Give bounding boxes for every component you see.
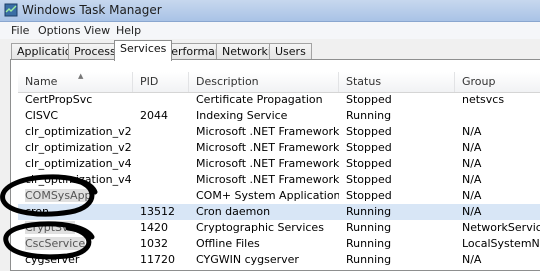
menu-view[interactable]: View (84, 24, 110, 37)
service-description: Certificate Propagation (196, 93, 323, 106)
service-group: N/A (462, 189, 482, 202)
table-row-selected[interactable]: cron 13512 Cron daemon Running N/A (18, 204, 540, 220)
service-group: N/A (462, 125, 482, 138)
service-group: N/A (462, 141, 482, 154)
title-bar: Windows Task Manager (0, 0, 540, 22)
tab-users[interactable]: Users (269, 43, 312, 60)
service-name: CryptSvc (25, 221, 75, 234)
service-name: CscService (25, 237, 86, 250)
service-group: N/A (462, 253, 482, 266)
service-status: Running (346, 253, 392, 266)
column-header-status[interactable]: Status (339, 72, 455, 92)
service-pid: 2044 (140, 109, 168, 122)
service-description: Cron daemon (196, 205, 271, 218)
table-row[interactable]: CryptSvc 1420 Cryptographic Services Run… (18, 220, 540, 236)
service-group: NetworkService (462, 221, 540, 234)
menu-bar: File Options View Help (0, 22, 540, 39)
service-name: cron (25, 205, 50, 218)
service-status: Running (346, 205, 392, 218)
service-status: Running (346, 237, 392, 250)
menu-file[interactable]: File (11, 24, 29, 37)
service-pid: 13512 (140, 205, 175, 218)
service-description: Microsoft .NET Framework NGEN ... (196, 173, 339, 186)
service-pid: 1420 (140, 221, 168, 234)
service-group: N/A (462, 173, 482, 186)
service-description: CYGWIN cygserver (196, 253, 299, 266)
column-header-row: Name PID Description Status Group (18, 72, 540, 93)
menu-options[interactable]: Options (38, 24, 80, 37)
table-row[interactable]: cygserver 11720 CYGWIN cygserver Running… (18, 252, 540, 268)
service-description: Microsoft .NET Framework NGEN ... (196, 125, 339, 138)
services-list: CertPropSvc Certificate Propagation Stop… (18, 92, 540, 268)
table-row[interactable]: clr_optimization_v2.0.5... Microsoft .NE… (18, 140, 540, 156)
service-group: N/A (462, 157, 482, 170)
column-header-name[interactable]: Name (18, 72, 133, 92)
service-group: N/A (462, 205, 482, 218)
service-name: clr_optimization_v4.0.3... (25, 157, 132, 170)
service-group: LocalSystemNetwork (462, 237, 540, 250)
service-description: COM+ System Application (196, 189, 339, 202)
service-status: Stopped (346, 189, 392, 202)
column-header-description[interactable]: Description (189, 72, 339, 92)
service-name: CISVC (25, 109, 59, 122)
service-description: Cryptographic Services (196, 221, 324, 234)
service-name: CertPropSvc (25, 93, 93, 106)
service-description: Offline Files (196, 237, 260, 250)
service-pid: 11720 (140, 253, 175, 266)
sort-ascending-icon: ▲ (78, 72, 84, 80)
menu-help[interactable]: Help (116, 24, 141, 37)
column-header-pid[interactable]: PID (133, 72, 189, 92)
tab-strip: Applications Processes Services Performa… (0, 40, 540, 61)
service-status: Running (346, 109, 392, 122)
table-row[interactable]: CISVC 2044 Indexing Service Running (18, 108, 540, 124)
service-name: COMSysApp (25, 189, 92, 202)
tab-services[interactable]: Services (114, 40, 173, 61)
service-name: clr_optimization_v4.0.3... (25, 173, 132, 186)
table-row[interactable]: clr_optimization_v2.0.5... Microsoft .NE… (18, 124, 540, 140)
service-pid: 1032 (140, 237, 168, 250)
service-status: Stopped (346, 141, 392, 154)
service-name: cygserver (25, 253, 80, 266)
table-row[interactable]: CertPropSvc Certificate Propagation Stop… (18, 92, 540, 108)
table-row[interactable]: clr_optimization_v4.0.3... Microsoft .NE… (18, 172, 540, 188)
service-status: Stopped (346, 93, 392, 106)
service-description: Microsoft .NET Framework NGEN ... (196, 141, 339, 154)
service-description: Microsoft .NET Framework NGEN ... (196, 157, 339, 170)
table-row[interactable]: clr_optimization_v4.0.3... Microsoft .NE… (18, 156, 540, 172)
table-row[interactable]: CscService 1032 Offline Files Running Lo… (18, 236, 540, 252)
service-name: clr_optimization_v2.0.5... (25, 141, 132, 154)
service-status: Stopped (346, 125, 392, 138)
column-header-group[interactable]: Group (455, 72, 540, 92)
service-status: Stopped (346, 157, 392, 170)
task-manager-icon (4, 3, 18, 17)
table-row[interactable]: COMSysApp COM+ System Application Stoppe… (18, 188, 540, 204)
service-status: Stopped (346, 173, 392, 186)
service-description: Indexing Service (196, 109, 288, 122)
service-status: Running (346, 221, 392, 234)
window-title: Windows Task Manager (22, 3, 162, 17)
service-name: clr_optimization_v2.0.5... (25, 125, 132, 138)
service-group: netsvcs (462, 93, 505, 106)
